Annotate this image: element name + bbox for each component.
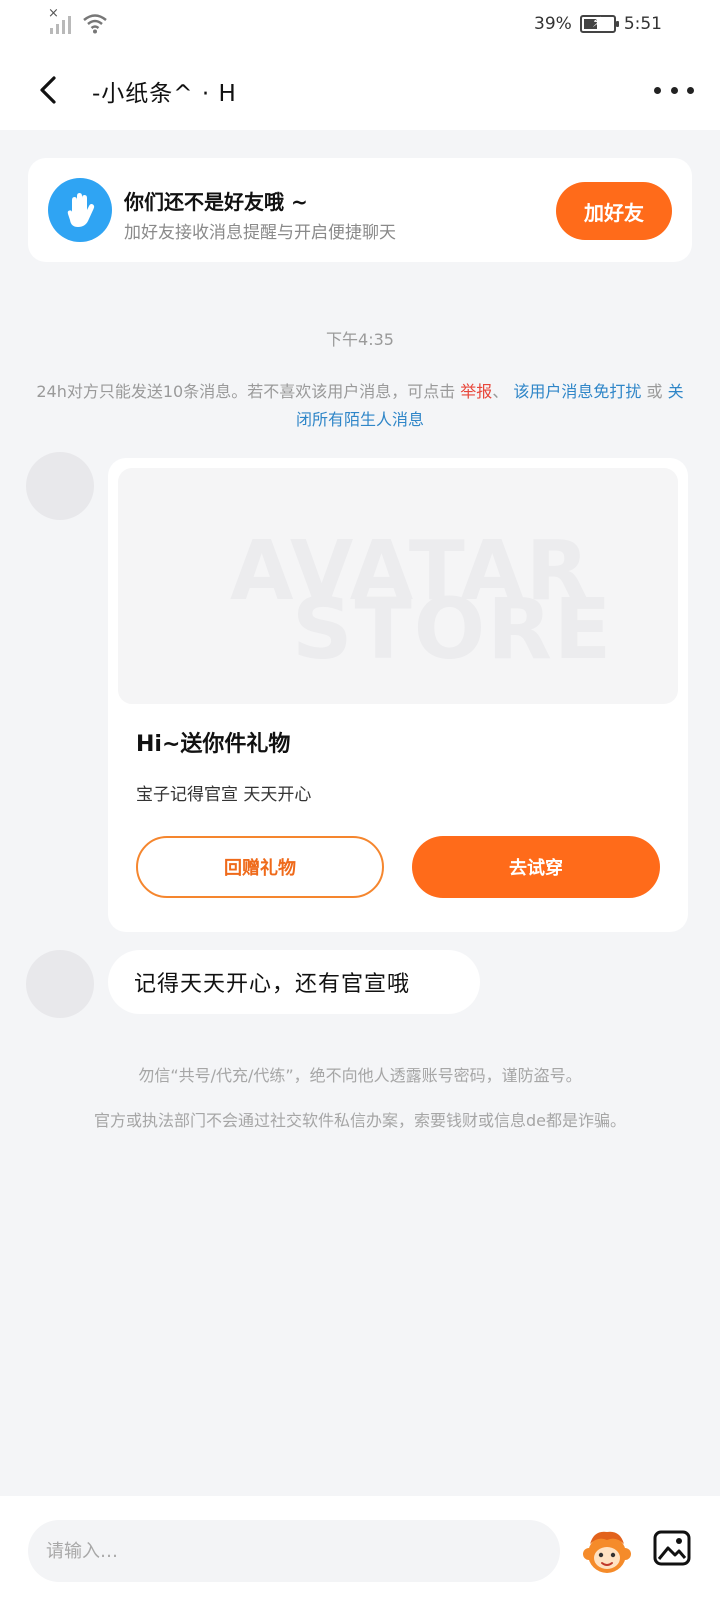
monkey-sticker-icon[interactable] bbox=[580, 1524, 634, 1578]
battery-icon: ⚡ bbox=[579, 15, 619, 33]
avatar[interactable] bbox=[26, 950, 94, 1018]
message-time: 下午4:35 bbox=[326, 330, 394, 349]
report-link[interactable]: 举报 bbox=[460, 382, 492, 401]
signal-icon: × bbox=[48, 6, 74, 34]
gift-subtitle: 宝子记得官宣 天天开心 bbox=[136, 785, 312, 805]
text-message-bubble: 记得天天开心，还有官宣哦 bbox=[108, 950, 480, 1014]
return-gift-button[interactable]: 回赠礼物 bbox=[136, 836, 384, 898]
input-bar bbox=[0, 1496, 720, 1600]
fraud-warning: 官方或执法部门不会通过社交软件私信办案，索要钱财或信息de都是诈骗。 bbox=[93, 1111, 626, 1130]
more-dots-icon[interactable] bbox=[654, 78, 694, 102]
notice-sep: 、 bbox=[492, 382, 509, 401]
avatar[interactable] bbox=[26, 452, 94, 520]
chat-header: -小纸条^ · H bbox=[0, 50, 720, 130]
battery-percent: 39% bbox=[534, 14, 572, 34]
stranger-notice: 24h对方只能发送10条消息。若不喜欢该用户消息，可点击 举报、 该用户消息免打… bbox=[34, 378, 686, 434]
chat-title: -小纸条^ · H bbox=[92, 81, 237, 107]
security-warning: 勿信“共号/代充/代练”，绝不向他人透露账号密码，谨防盗号。 bbox=[138, 1066, 582, 1085]
notice-text: 24h对方只能发送10条消息。若不喜欢该用户消息，可点击 bbox=[36, 382, 456, 401]
back-icon[interactable] bbox=[32, 70, 72, 110]
notice-or: 或 bbox=[646, 382, 663, 401]
mute-user-link[interactable]: 该用户消息免打扰 bbox=[513, 382, 641, 401]
friend-banner-title: 你们还不是好友哦 ~ bbox=[124, 190, 308, 214]
friend-banner: 你们还不是好友哦 ~ 加好友接收消息提醒与开启便捷聊天 加好友 bbox=[28, 158, 692, 262]
hand-wave-icon bbox=[48, 178, 112, 242]
status-bar: × 39% ⚡ 5:51 bbox=[0, 0, 720, 50]
gift-card: AVATAR STORE Hi~送你件礼物 宝子记得官宣 天天开心 回赠礼物 去… bbox=[108, 458, 688, 932]
watermark-store: STORE bbox=[292, 580, 614, 678]
gift-title: Hi~送你件礼物 bbox=[136, 732, 291, 757]
add-friend-button[interactable]: 加好友 bbox=[556, 182, 672, 240]
clock: 5:51 bbox=[623, 14, 662, 34]
try-on-button[interactable]: 去试穿 bbox=[412, 836, 660, 898]
image-icon[interactable] bbox=[652, 1528, 692, 1568]
gift-image[interactable]: AVATAR STORE bbox=[118, 468, 678, 704]
status-right: 39% ⚡ 5:51 bbox=[534, 14, 662, 34]
message-input[interactable] bbox=[28, 1520, 560, 1582]
wifi-icon bbox=[83, 14, 107, 34]
friend-banner-subtitle: 加好友接收消息提醒与开启便捷聊天 bbox=[124, 223, 396, 243]
status-left: × bbox=[48, 6, 108, 34]
